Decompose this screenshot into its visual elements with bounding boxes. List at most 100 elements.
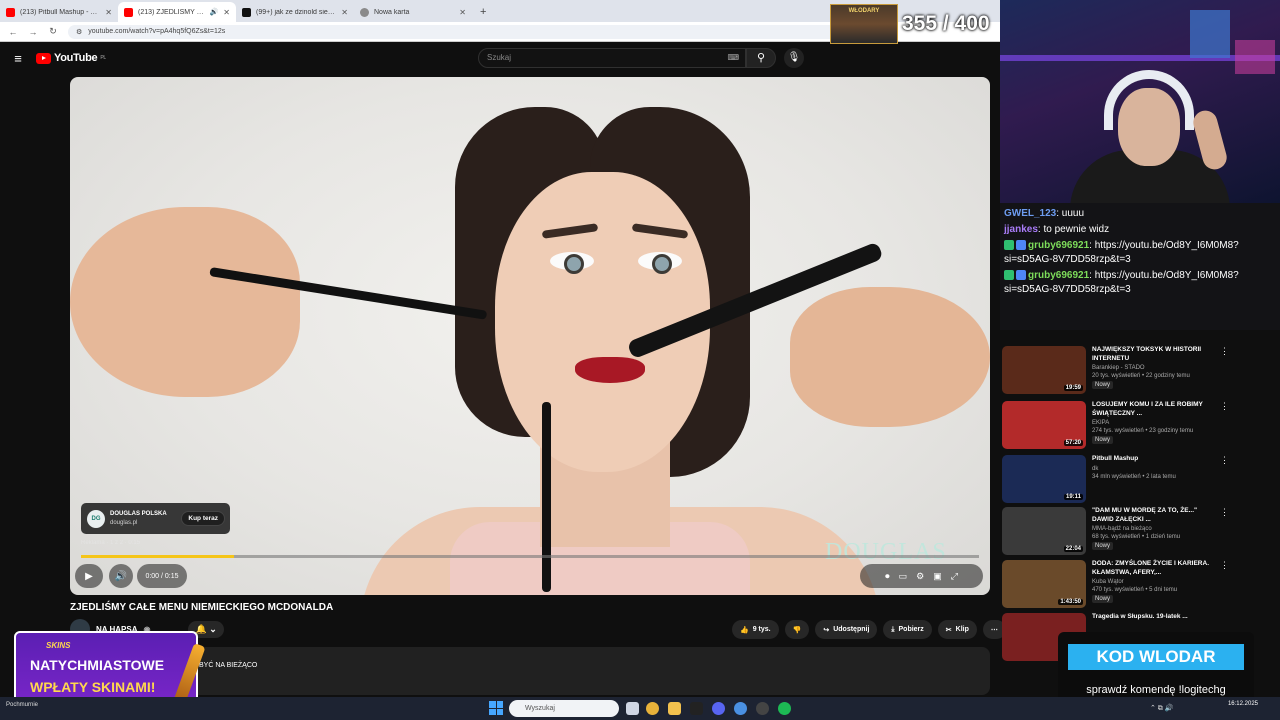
- search-button[interactable]: ⚲: [746, 48, 776, 68]
- hamburger-menu-icon[interactable]: ≡: [0, 51, 36, 66]
- list-item[interactable]: 19:11 Pitbull Mashup dk 34 mln wyświetle…: [1002, 455, 1272, 505]
- more-options-icon[interactable]: ⋮: [1220, 507, 1229, 557]
- app-icon[interactable]: [690, 702, 703, 715]
- chat-message: GWEL_123: uuuu: [1004, 207, 1276, 221]
- thumbs-up-icon: 👍: [740, 626, 749, 634]
- more-options-icon[interactable]: ⋮: [1220, 401, 1229, 451]
- chat-message: gruby696921: https://youtu.be/Od8Y_I6M0M…: [1004, 239, 1276, 267]
- tab-new[interactable]: Nowa karta ✕: [354, 2, 472, 22]
- rec-meta: NAJWIĘKSZY TOKSYK W HISTORII INTERNETU B…: [1092, 346, 1210, 396]
- download-icon: ⤓: [891, 625, 895, 633]
- video-thumbnail[interactable]: 1:43:50: [1002, 560, 1086, 608]
- close-tab-icon[interactable]: ✕: [341, 8, 348, 17]
- eye-right: [638, 252, 682, 274]
- duration-badge: 19:59: [1063, 385, 1083, 391]
- site-info-icon[interactable]: ⚙: [76, 28, 82, 36]
- chrome-active-icon[interactable]: [734, 702, 747, 715]
- keyboard-icon[interactable]: ⌨: [727, 49, 739, 67]
- obs-icon[interactable]: [756, 702, 769, 715]
- like-button[interactable]: 👍 9 tys.: [732, 620, 779, 639]
- volume-button[interactable]: 🔊: [109, 564, 133, 588]
- search-input[interactable]: Szukaj ⌨: [478, 48, 746, 68]
- file-explorer-icon[interactable]: [668, 702, 681, 715]
- weather-widget[interactable]: Pochmurnie: [6, 702, 38, 708]
- description-box[interactable]: BYĆ NA BIEŻĄCO: [70, 647, 990, 695]
- subtitles-icon[interactable]: ▭: [899, 571, 908, 582]
- more-options-icon[interactable]: ⋮: [1220, 560, 1229, 610]
- youtube-logo[interactable]: YouTube PL: [36, 52, 106, 64]
- new-badge: Nowy: [1092, 436, 1114, 444]
- chat-text: : to pewnie widz: [1037, 224, 1110, 235]
- new-badge: Nowy: [1092, 595, 1114, 603]
- video-thumbnail[interactable]: 57:20: [1002, 401, 1086, 449]
- description-text: BYĆ NA BIEŻĄCO: [199, 662, 258, 669]
- chat-text: : uuuu: [1056, 208, 1085, 219]
- time-display: 0:00 / 0:15: [137, 564, 187, 588]
- rec-channel[interactable]: EKIPA: [1092, 419, 1210, 427]
- rec-title[interactable]: Tragedia w Słupsku. 19-latek ...: [1092, 613, 1210, 622]
- close-tab-icon[interactable]: ✕: [223, 8, 230, 17]
- clock[interactable]: 16:12.2025: [1228, 701, 1258, 708]
- rec-title[interactable]: NAJWIĘKSZY TOKSYK W HISTORII INTERNETU: [1092, 346, 1210, 363]
- list-item[interactable]: 57:20 LOSUJEMY KOMU I ZA ILE ROBIMY ŚWIĄ…: [1002, 401, 1272, 451]
- spotify-icon[interactable]: [778, 702, 791, 715]
- rec-channel[interactable]: Kuba Wątor: [1092, 578, 1210, 586]
- more-icon: ⋯: [990, 626, 998, 634]
- rec-title[interactable]: DODA: ZMYŚLONE ŻYCIE I KARIERA. KŁAMSTWA…: [1092, 560, 1210, 577]
- forward-icon[interactable]: →: [28, 27, 38, 37]
- fullscreen-icon[interactable]: ⤢: [951, 571, 958, 582]
- rec-channel[interactable]: dk: [1092, 465, 1210, 473]
- chrome-icon[interactable]: [646, 702, 659, 715]
- back-icon[interactable]: ←: [8, 27, 18, 37]
- list-item[interactable]: 1:43:50 DODA: ZMYŚLONE ŻYCIE I KARIERA. …: [1002, 560, 1272, 610]
- rec-meta: DODA: ZMYŚLONE ŻYCIE I KARIERA. KŁAMSTWA…: [1092, 560, 1210, 610]
- chevron-down-icon: ⌄: [209, 623, 217, 634]
- video-player[interactable]: DOUGLAS DG DOUGLAS POLSKA douglas.pl Kup…: [70, 77, 990, 595]
- download-button[interactable]: ⤓ Pobierz: [883, 620, 932, 639]
- more-options-icon[interactable]: ⋮: [1220, 346, 1229, 396]
- settings-gear-icon[interactable]: ⚙: [916, 571, 924, 582]
- task-view-icon[interactable]: [626, 702, 639, 715]
- url-field[interactable]: ⚙ youtube.com/watch?v=pA4hq5fQ6Zs&t=12s: [68, 24, 868, 39]
- tab-tiktok[interactable]: (99+) jak ze dzinold sie maluje? ✕: [236, 2, 354, 22]
- list-item[interactable]: 19:59 NAJWIĘKSZY TOKSYK W HISTORII INTER…: [1002, 346, 1272, 396]
- ad-text: DOUGLAS POLSKA douglas.pl: [110, 510, 176, 528]
- video-actions: 👍 9 tys. 👎 ↪ Udostępnij ⤓ Pobierz ✂ Klip ⋯: [732, 620, 1006, 639]
- ad-card[interactable]: DG DOUGLAS POLSKA douglas.pl Kup teraz: [81, 503, 230, 534]
- share-label: Udostępnij: [833, 626, 870, 633]
- autoplay-toggle-icon[interactable]: ⏺: [885, 571, 890, 582]
- player-right-controls: ⏺ ▭ ⚙ ▣ ⤢: [860, 564, 983, 588]
- miniplayer-icon[interactable]: ▣: [933, 571, 942, 582]
- rec-title[interactable]: "DAM MU W MORDĘ ZA TO, ŻE..." DAWID ZAŁĘ…: [1092, 507, 1210, 524]
- ad-cta-button[interactable]: Kup teraz: [181, 511, 225, 526]
- close-tab-icon[interactable]: ✕: [459, 8, 466, 17]
- tab-current-video[interactable]: (213) ZJEDLIŚMY CAŁE MENU NIEMIECKIEGO M…: [118, 2, 236, 22]
- system-tray[interactable]: ⌃ ⧉ 🔊: [1150, 704, 1173, 713]
- rec-title[interactable]: LOSUJEMY KOMU I ZA ILE ROBIMY ŚWIĄTECZNY…: [1092, 401, 1210, 418]
- reload-icon[interactable]: ↻: [48, 26, 58, 37]
- clip-button[interactable]: ✂ Klip: [937, 620, 977, 639]
- dislike-button[interactable]: 👎: [784, 620, 810, 639]
- more-options-icon[interactable]: ⋮: [1220, 455, 1229, 505]
- speaker-icon[interactable]: 🔊: [210, 8, 219, 16]
- windows-start-icon[interactable]: [489, 701, 503, 715]
- rec-channel[interactable]: Barankiep - STADO: [1092, 364, 1210, 372]
- new-tab-icon[interactable]: +: [472, 2, 494, 22]
- play-icon: ▶: [85, 570, 93, 582]
- rec-channel[interactable]: MMA-bądź na bieżąco: [1092, 525, 1210, 533]
- rec-title[interactable]: Pitbull Mashup: [1092, 455, 1210, 464]
- tab-pitbull[interactable]: (213) Pitbull Mashup - YouTube ✕: [0, 2, 118, 22]
- list-item[interactable]: 22:04 "DAM MU W MORDĘ ZA TO, ŻE..." DAWI…: [1002, 507, 1272, 557]
- video-thumbnail[interactable]: 19:11: [1002, 455, 1086, 503]
- voice-search-icon[interactable]: 🎙: [784, 48, 804, 68]
- youtube-logo-text: YouTube: [54, 52, 98, 64]
- progress-bar[interactable]: [81, 555, 979, 558]
- eye-left: [550, 252, 594, 274]
- video-thumbnail[interactable]: 19:59: [1002, 346, 1086, 394]
- video-thumbnail[interactable]: 22:04: [1002, 507, 1086, 555]
- discord-icon[interactable]: [712, 702, 725, 715]
- play-button[interactable]: ▶: [75, 564, 103, 588]
- share-button[interactable]: ↪ Udostępnij: [815, 620, 878, 639]
- close-tab-icon[interactable]: ✕: [105, 8, 112, 17]
- taskbar-search-input[interactable]: Wyszukaj: [509, 700, 619, 717]
